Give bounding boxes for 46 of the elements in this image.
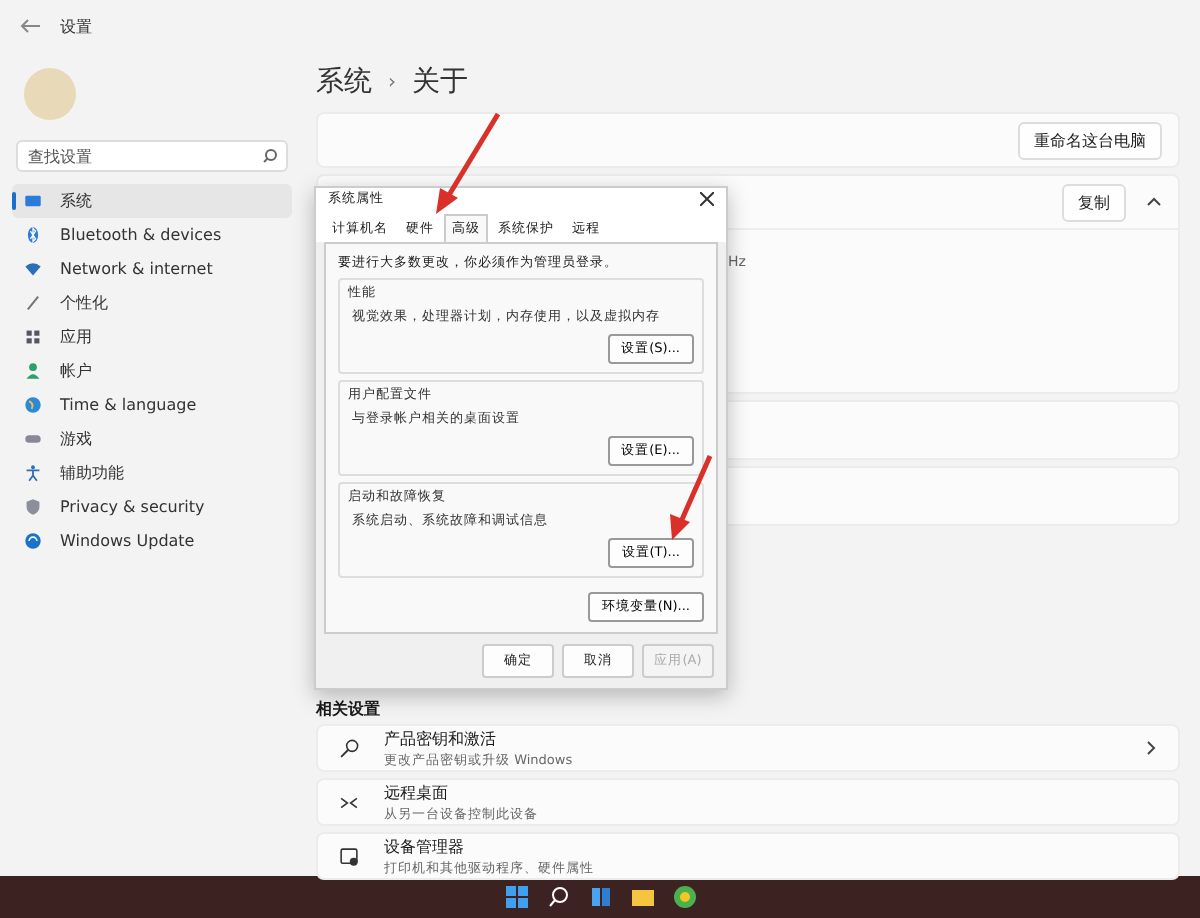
sidebar-item[interactable]: Network & internet — [12, 252, 292, 286]
item-title: 产品密钥和激活 — [384, 727, 498, 749]
breadcrumb-parent[interactable]: 系统 — [316, 64, 372, 100]
sidebar-item[interactable]: 游戏 — [12, 422, 292, 456]
search-field[interactable]: 查找设置 — [16, 140, 288, 172]
sidebar-item[interactable]: Bluetooth & devices — [12, 218, 292, 252]
monitor-icon — [24, 192, 42, 210]
update-icon — [24, 532, 42, 550]
section-heading: 相关设置 — [316, 698, 382, 718]
copy-button[interactable]: 复制 — [1062, 183, 1126, 221]
globe-icon — [24, 396, 42, 414]
item-title: 远程桌面 — [384, 781, 450, 803]
start-icon[interactable] — [503, 884, 529, 910]
pen-icon — [24, 294, 42, 312]
chevron-up-icon[interactable] — [1146, 194, 1162, 210]
browser-icon[interactable] — [671, 884, 697, 910]
close-icon[interactable] — [700, 191, 714, 205]
search-icon[interactable] — [545, 884, 571, 910]
annotation-arrow — [436, 112, 501, 214]
bluetooth-icon — [24, 226, 42, 244]
page-title: 关于 — [412, 64, 468, 100]
device-icon — [338, 845, 360, 867]
breadcrumb-separator: › — [388, 71, 396, 93]
apps-grid-icon — [24, 328, 42, 346]
sidebar-item[interactable]: 个性化 — [12, 286, 292, 320]
widgets-icon[interactable] — [587, 884, 613, 910]
folder-icon[interactable] — [629, 884, 655, 910]
wifi-icon — [24, 260, 42, 278]
search-icon — [262, 148, 278, 164]
sidebar-item[interactable]: 应用 — [12, 320, 292, 354]
annotation-arrow — [670, 455, 713, 540]
sidebar-item[interactable]: 辅助功能 — [12, 456, 292, 490]
item-title: 设备管理器 — [384, 835, 466, 857]
user-avatar — [24, 68, 76, 120]
window-title: 设置 — [60, 15, 92, 37]
chevron-right-icon — [1142, 740, 1158, 756]
sidebar-item[interactable]: Windows Update — [12, 524, 292, 558]
shield-icon — [24, 498, 42, 516]
back-arrow-icon[interactable] — [20, 18, 40, 34]
sidebar-item[interactable]: Time & language — [12, 388, 292, 422]
sidebar-item[interactable]: 帐户 — [12, 354, 292, 388]
rename-button[interactable]: 重命名这台电脑 — [1018, 121, 1162, 159]
person-icon — [24, 362, 42, 380]
sidebar-item[interactable]: 系统 — [12, 184, 292, 218]
accessibility-icon — [24, 464, 42, 482]
sidebar-item[interactable]: Privacy & security — [12, 490, 292, 524]
